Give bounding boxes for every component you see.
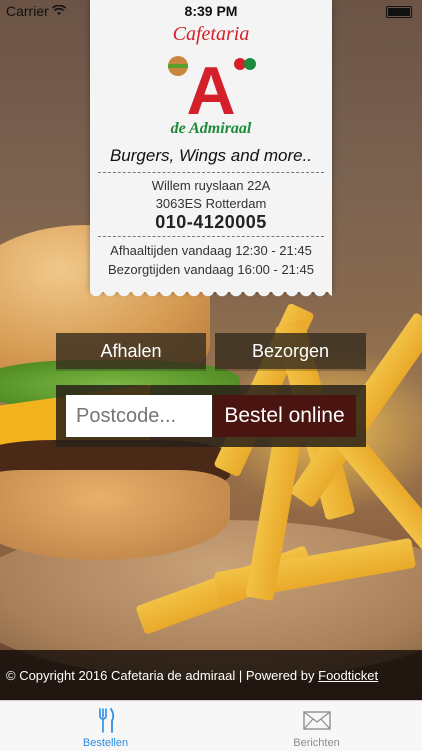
copyright-text: © Copyright 2016 Cafetaria de admiraal |… bbox=[6, 668, 319, 683]
footer: © Copyright 2016 Cafetaria de admiraal |… bbox=[0, 650, 422, 700]
address-street: Willem ruyslaan 22A bbox=[151, 178, 271, 193]
divider bbox=[98, 236, 324, 237]
pickup-hours: Afhaaltijden vandaag 12:30 - 21:45 bbox=[110, 243, 312, 258]
envelope-icon bbox=[303, 711, 331, 730]
fork-knife-icon bbox=[99, 708, 115, 733]
clock: 8:39 PM bbox=[184, 3, 238, 19]
order-online-button[interactable]: Bestel online bbox=[213, 395, 356, 437]
tab-label: Bestellen bbox=[82, 737, 129, 749]
restaurant-logo: Cafetaria A de Admiraal bbox=[168, 23, 256, 137]
tab-berichten[interactable]: Berichten bbox=[211, 701, 422, 751]
logo-text-bottom: de Admiraal bbox=[171, 120, 252, 137]
delivery-hours: Bezorgtijden vandaag 16:00 - 21:45 bbox=[108, 262, 314, 277]
foodticket-link[interactable]: Foodticket bbox=[318, 668, 378, 683]
tab-bar: Bestellen Berichten bbox=[0, 700, 422, 751]
phone-number[interactable]: 010-4120005 bbox=[90, 212, 332, 233]
tab-bestellen[interactable]: Bestellen bbox=[0, 701, 211, 751]
divider bbox=[98, 172, 324, 173]
pickup-button[interactable]: Afhalen bbox=[56, 333, 206, 369]
battery-icon bbox=[386, 6, 412, 18]
logo-text-top: Cafetaria bbox=[173, 23, 250, 45]
tab-label: Berichten bbox=[293, 737, 340, 749]
order-bar: Bestel online bbox=[56, 385, 366, 447]
status-bar: Carrier 8:39 PM bbox=[0, 0, 422, 22]
restaurant-info-card: Cafetaria A de Admiraal Burgers, Wings a… bbox=[90, 0, 332, 304]
postcode-input[interactable] bbox=[66, 395, 212, 437]
address-city: 3063ES Rotterdam bbox=[155, 196, 267, 211]
tagline: Burgers, Wings and more.. bbox=[109, 146, 313, 165]
logo-letter: A bbox=[186, 53, 235, 129]
delivery-button[interactable]: Bezorgen bbox=[215, 333, 366, 369]
